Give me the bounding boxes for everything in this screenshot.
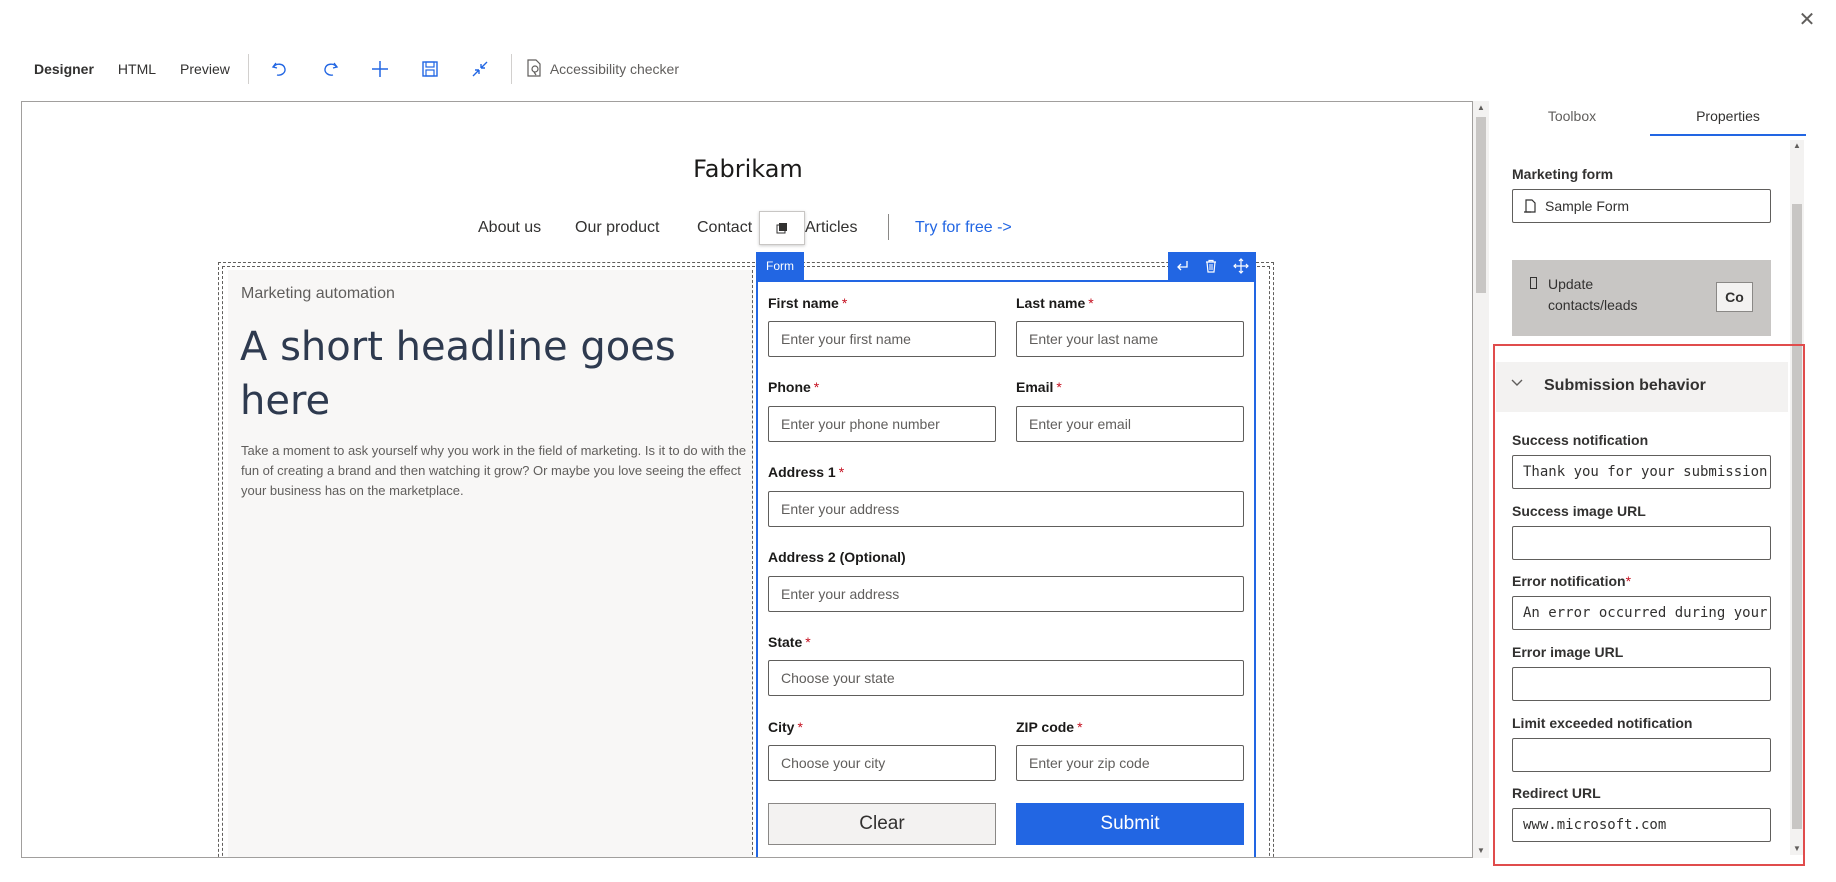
nav-item-contact[interactable]: Contact bbox=[697, 216, 752, 240]
first-name-label: First name * bbox=[768, 295, 848, 311]
zip-input[interactable]: Enter your zip code bbox=[1016, 745, 1244, 781]
address2-label: Address 2 (Optional) bbox=[768, 549, 906, 565]
update-contacts-label: Update contacts/leads bbox=[1548, 276, 1638, 313]
undo-icon[interactable] bbox=[255, 60, 305, 78]
brand-title: Fabrikam bbox=[693, 155, 803, 183]
delete-icon[interactable] bbox=[1204, 259, 1218, 273]
accessibility-icon bbox=[526, 58, 542, 80]
scroll-down-icon[interactable]: ▼ bbox=[1473, 844, 1489, 858]
pane-tabs: Toolbox Properties bbox=[1494, 100, 1806, 136]
zip-label: ZIP code * bbox=[1016, 719, 1083, 735]
form-actions bbox=[1168, 252, 1256, 280]
editor-toolbar: Designer HTML Preview Accessibility chec… bbox=[22, 52, 679, 86]
submit-button[interactable]: Submit bbox=[1016, 803, 1244, 845]
redo-icon[interactable] bbox=[305, 60, 355, 78]
city-select[interactable]: Choose your city bbox=[768, 745, 996, 781]
email-input[interactable]: Enter your email bbox=[1016, 406, 1244, 442]
eyebrow-text: Marketing automation bbox=[241, 285, 395, 302]
form-tag[interactable]: Form bbox=[756, 252, 804, 280]
nav-item-product[interactable]: Our product bbox=[575, 216, 659, 240]
state-select[interactable]: Choose your state bbox=[768, 660, 1244, 696]
marketing-form-value: Sample Form bbox=[1545, 198, 1630, 214]
marketing-form-label: Marketing form bbox=[1512, 166, 1614, 182]
toolbar-divider bbox=[510, 54, 512, 84]
phone-input[interactable]: Enter your phone number bbox=[768, 406, 996, 442]
select-parent-icon bbox=[776, 223, 787, 234]
toolbar-divider bbox=[247, 54, 249, 84]
address1-input[interactable]: Enter your address bbox=[768, 491, 1244, 527]
save-icon[interactable] bbox=[405, 61, 455, 77]
state-label: State * bbox=[768, 634, 811, 650]
nav-divider bbox=[888, 214, 889, 240]
nav-item-articles[interactable]: Articles bbox=[805, 216, 857, 240]
last-name-input[interactable]: Enter your last name bbox=[1016, 321, 1244, 357]
highlight-box bbox=[1493, 344, 1805, 866]
add-icon[interactable] bbox=[355, 60, 405, 78]
select-parent-chip[interactable] bbox=[759, 211, 805, 245]
accessibility-checker-button[interactable]: Accessibility checker bbox=[526, 58, 679, 80]
tab-html[interactable]: HTML bbox=[106, 61, 168, 77]
canvas-scrollbar[interactable]: ▲ ▼ bbox=[1473, 101, 1489, 858]
nav-cta-link[interactable]: Try for free -> bbox=[915, 216, 1012, 240]
tab-properties[interactable]: Properties bbox=[1650, 100, 1806, 136]
email-label: Email * bbox=[1016, 379, 1062, 395]
move-icon[interactable] bbox=[1232, 258, 1249, 274]
tab-designer[interactable]: Designer bbox=[22, 61, 106, 77]
tab-toolbox[interactable]: Toolbox bbox=[1494, 100, 1650, 136]
phone-label: Phone * bbox=[768, 379, 820, 395]
form-icon bbox=[1524, 199, 1536, 213]
body-paragraph[interactable]: Take a moment to ask yourself why you wo… bbox=[241, 441, 753, 501]
scroll-up-icon[interactable]: ▲ bbox=[1790, 140, 1804, 152]
collapse-icon[interactable] bbox=[455, 60, 505, 78]
clear-button[interactable]: Clear bbox=[768, 803, 996, 845]
first-name-input[interactable]: Enter your first name bbox=[768, 321, 996, 357]
marketing-form-picker[interactable]: Sample Form bbox=[1512, 189, 1771, 223]
scroll-up-icon[interactable]: ▲ bbox=[1473, 101, 1489, 115]
tab-preview[interactable]: Preview bbox=[168, 61, 242, 77]
city-label: City * bbox=[768, 719, 803, 735]
address2-input[interactable]: Enter your address bbox=[768, 576, 1244, 612]
close-icon[interactable]: ✕ bbox=[1797, 10, 1817, 30]
address1-label: Address 1 * bbox=[768, 464, 845, 480]
co-button[interactable]: Co bbox=[1716, 282, 1753, 312]
design-canvas[interactable]: Fabrikam About us Our product Contact Ar… bbox=[21, 101, 1473, 858]
last-name-label: Last name * bbox=[1016, 295, 1094, 311]
headline[interactable]: A short headline goes here bbox=[240, 320, 710, 428]
select-parent-icon[interactable] bbox=[1175, 259, 1189, 273]
accessibility-checker-label: Accessibility checker bbox=[549, 61, 679, 77]
checkbox-icon[interactable] bbox=[1530, 277, 1537, 289]
canvas-scroll-thumb[interactable] bbox=[1476, 117, 1486, 293]
nav-item-about[interactable]: About us bbox=[478, 216, 541, 240]
